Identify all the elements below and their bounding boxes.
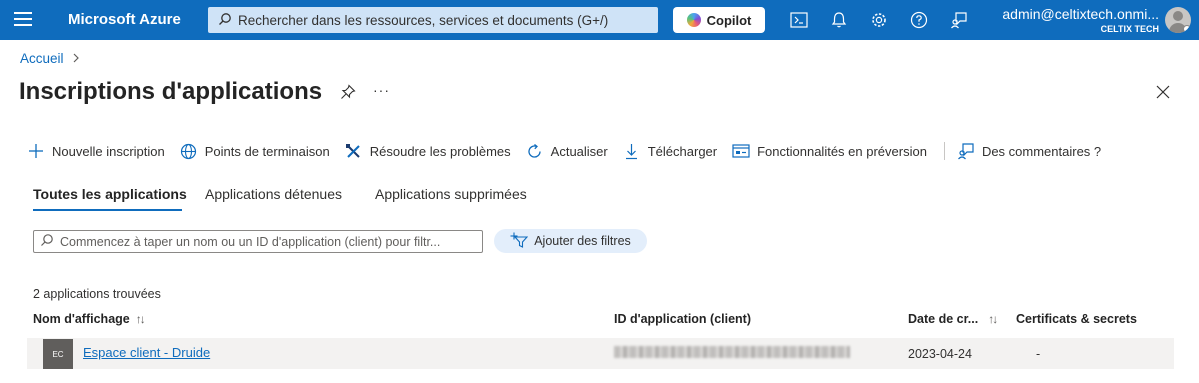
pin-icon[interactable] xyxy=(340,84,356,103)
toolbar-divider xyxy=(943,142,945,160)
help-icon[interactable] xyxy=(909,10,929,30)
more-options-icon[interactable]: ··· xyxy=(373,82,390,98)
download-button[interactable]: Télécharger xyxy=(623,142,717,160)
sort-icon[interactable]: ↑↓ xyxy=(136,312,146,326)
top-bar: Microsoft Azure Rechercher dans les ress… xyxy=(0,0,1199,40)
globe-icon xyxy=(180,142,198,160)
search-icon xyxy=(40,233,54,250)
column-header-certs: Certificats & secrets xyxy=(1016,312,1137,326)
refresh-button[interactable]: Actualiser xyxy=(526,142,608,160)
filter-placeholder: Commencez à taper un nom ou un ID d'appl… xyxy=(60,234,441,249)
tab-all-applications[interactable]: Toutes les applications xyxy=(33,186,187,202)
troubleshoot-label: Résoudre les problèmes xyxy=(369,143,511,159)
app-id-redacted xyxy=(614,346,850,358)
download-label: Télécharger xyxy=(647,143,718,159)
app-filter-input[interactable]: Commencez à taper un nom ou un ID d'appl… xyxy=(33,230,483,253)
endpoints-button[interactable]: Points de terminaison xyxy=(180,142,330,160)
breadcrumb-home-link[interactable]: Accueil xyxy=(20,51,64,66)
active-tab-indicator xyxy=(33,209,182,211)
column-label: ID d'application (client) xyxy=(614,312,752,326)
refresh-icon xyxy=(526,142,544,160)
preview-features-label: Fonctionnalités en préversion xyxy=(757,143,927,159)
column-header-display-name[interactable]: Nom d'affichage ↑↓ xyxy=(33,312,146,326)
copilot-logo-icon xyxy=(686,13,701,27)
feedback-person-icon xyxy=(957,142,975,160)
column-header-app-id: ID d'application (client) xyxy=(614,312,751,326)
close-icon[interactable] xyxy=(1156,85,1170,102)
menu-icon[interactable] xyxy=(14,12,32,28)
copilot-label: Copilot xyxy=(706,12,752,28)
tab-deleted-applications[interactable]: Applications supprimées xyxy=(375,186,527,202)
page-title: Inscriptions d'applications xyxy=(19,78,323,105)
feedback-icon[interactable] xyxy=(949,10,969,30)
column-label: Certificats & secrets xyxy=(1016,312,1137,326)
command-bar: Nouvelle inscription Points de terminais… xyxy=(27,140,1116,162)
refresh-label: Actualiser xyxy=(550,143,608,159)
sort-icon[interactable]: ↑↓ xyxy=(988,312,998,326)
search-icon xyxy=(218,12,232,29)
add-filter-icon xyxy=(510,232,529,251)
account-email: admin@celtixtech.onmi... xyxy=(1002,6,1159,22)
column-header-created[interactable]: Date de cr... ↑↓ xyxy=(908,312,998,326)
app-certs-status: - xyxy=(1036,347,1041,361)
cloud-shell-icon[interactable] xyxy=(789,10,809,30)
bell-icon[interactable] xyxy=(829,10,849,30)
new-registration-label: Nouvelle inscription xyxy=(52,143,165,159)
plus-icon xyxy=(27,142,45,160)
wrench-icon xyxy=(345,142,363,160)
avatar[interactable] xyxy=(1165,7,1191,33)
endpoints-label: Points de terminaison xyxy=(204,143,330,159)
global-search-input[interactable]: Rechercher dans les ressources, services… xyxy=(208,7,658,33)
preview-features-icon xyxy=(732,142,750,160)
breadcrumb: Accueil xyxy=(20,51,80,66)
search-placeholder: Rechercher dans les ressources, services… xyxy=(238,12,609,28)
account-tenant: CELTIX TECH xyxy=(1100,24,1159,34)
feedback-button[interactable]: Des commentaires ? xyxy=(957,142,1101,160)
result-count: 2 applications trouvées xyxy=(33,287,161,301)
column-label: Nom d'affichage xyxy=(33,312,130,326)
brand-title[interactable]: Microsoft Azure xyxy=(68,11,181,28)
download-icon xyxy=(623,142,641,160)
troubleshoot-button[interactable]: Résoudre les problèmes xyxy=(345,142,511,160)
account-menu[interactable]: admin@celtixtech.onmi... CELTIX TECH xyxy=(1002,6,1159,34)
feedback-label: Des commentaires ? xyxy=(981,143,1102,159)
app-created-date: 2023-04-24 xyxy=(908,347,972,361)
chevron-right-icon xyxy=(72,52,80,66)
tab-owned-applications[interactable]: Applications détenues xyxy=(205,186,342,202)
preview-features-button[interactable]: Fonctionnalités en préversion xyxy=(732,142,927,160)
add-filters-button[interactable]: Ajouter des filtres xyxy=(494,229,647,253)
gear-icon[interactable] xyxy=(869,10,889,30)
app-name-link[interactable]: Espace client - Druide xyxy=(83,345,210,360)
copilot-button[interactable]: Copilot xyxy=(673,7,765,33)
add-filters-label: Ajouter des filtres xyxy=(534,234,631,248)
new-registration-button[interactable]: Nouvelle inscription xyxy=(27,142,165,160)
column-label: Date de cr... xyxy=(908,312,979,326)
app-avatar: EC xyxy=(43,339,73,369)
